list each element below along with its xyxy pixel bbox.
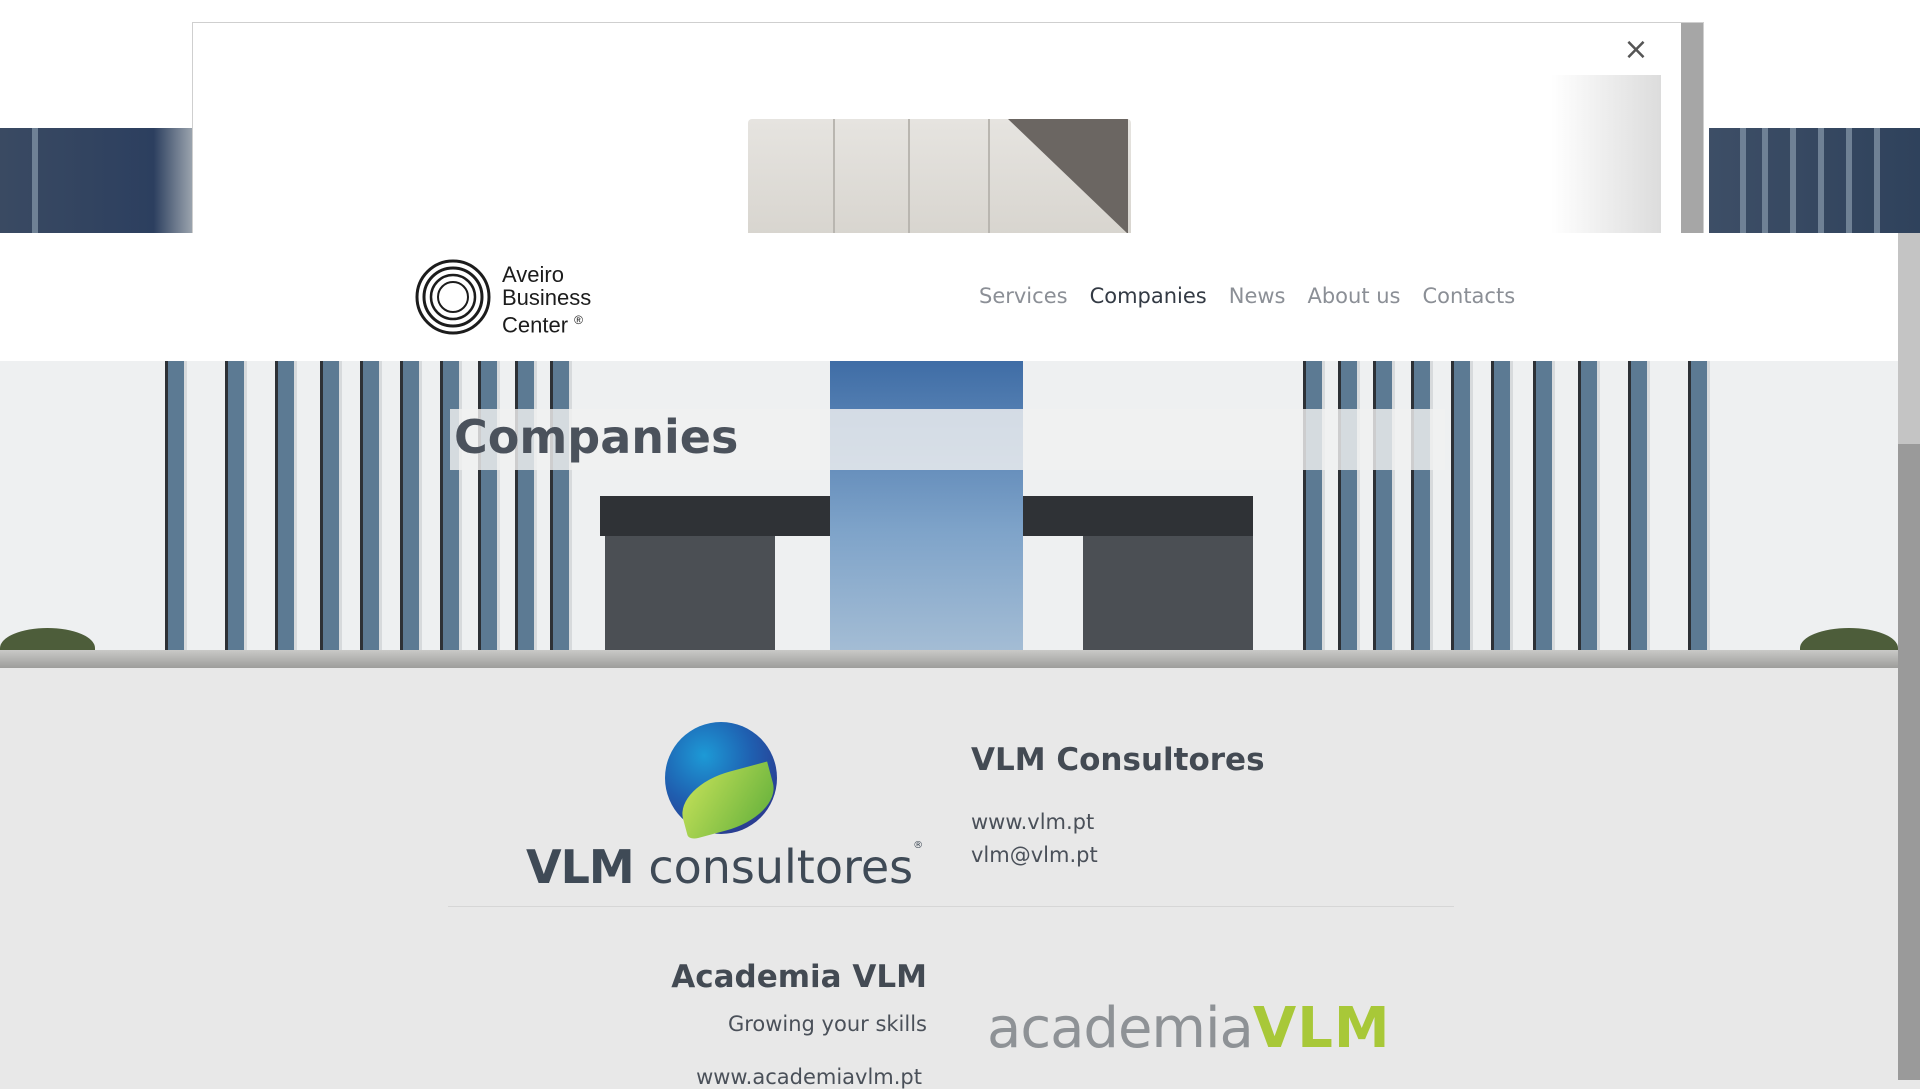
main-nav: Services Companies News About us Contact… xyxy=(979,284,1515,308)
image-modal: × xyxy=(192,22,1704,233)
page-scrollbar-thumb[interactable] xyxy=(1898,233,1920,444)
nav-about-us[interactable]: About us xyxy=(1307,284,1400,308)
company-website-link[interactable]: www.vlm.pt xyxy=(971,810,1094,834)
nav-companies[interactable]: Companies xyxy=(1090,284,1207,308)
page-title: Companies xyxy=(454,410,739,464)
entrance-steps xyxy=(0,650,1898,668)
brand-name[interactable]: Aveiro Business Center ® xyxy=(502,263,591,336)
academia-vlm-logo[interactable]: academiaVLM xyxy=(987,996,1391,1061)
modal-image xyxy=(748,119,1131,233)
nav-news[interactable]: News xyxy=(1229,284,1286,308)
building-left xyxy=(0,361,830,668)
building-right xyxy=(1023,361,1898,668)
company-divider xyxy=(448,906,1454,907)
nav-services[interactable]: Services xyxy=(979,284,1068,308)
company-website-link[interactable]: www.academiavlm.pt xyxy=(696,1065,922,1089)
modal-image-edge xyxy=(1551,75,1661,233)
hero-banner: Companies xyxy=(0,361,1898,668)
company-tagline: Growing your skills xyxy=(727,1012,927,1036)
brand-logo-icon[interactable] xyxy=(415,259,491,335)
close-icon[interactable]: × xyxy=(1619,33,1653,67)
company-name-vlm-consultores: VLM Consultores xyxy=(971,742,1265,778)
brand-line-1: Aveiro xyxy=(502,262,564,287)
modal-scrollbar[interactable] xyxy=(1681,23,1703,233)
company-name-academia-vlm: Academia VLM xyxy=(671,959,927,995)
nav-contacts[interactable]: Contacts xyxy=(1423,284,1516,308)
brand-line-3: Center ® xyxy=(502,312,584,338)
site-header xyxy=(0,233,1898,361)
vlm-consultores-logo[interactable]: VLM consultores® xyxy=(526,840,923,894)
company-email-link[interactable]: vlm@vlm.pt xyxy=(971,843,1098,867)
brand-line-2: Business xyxy=(502,285,592,310)
